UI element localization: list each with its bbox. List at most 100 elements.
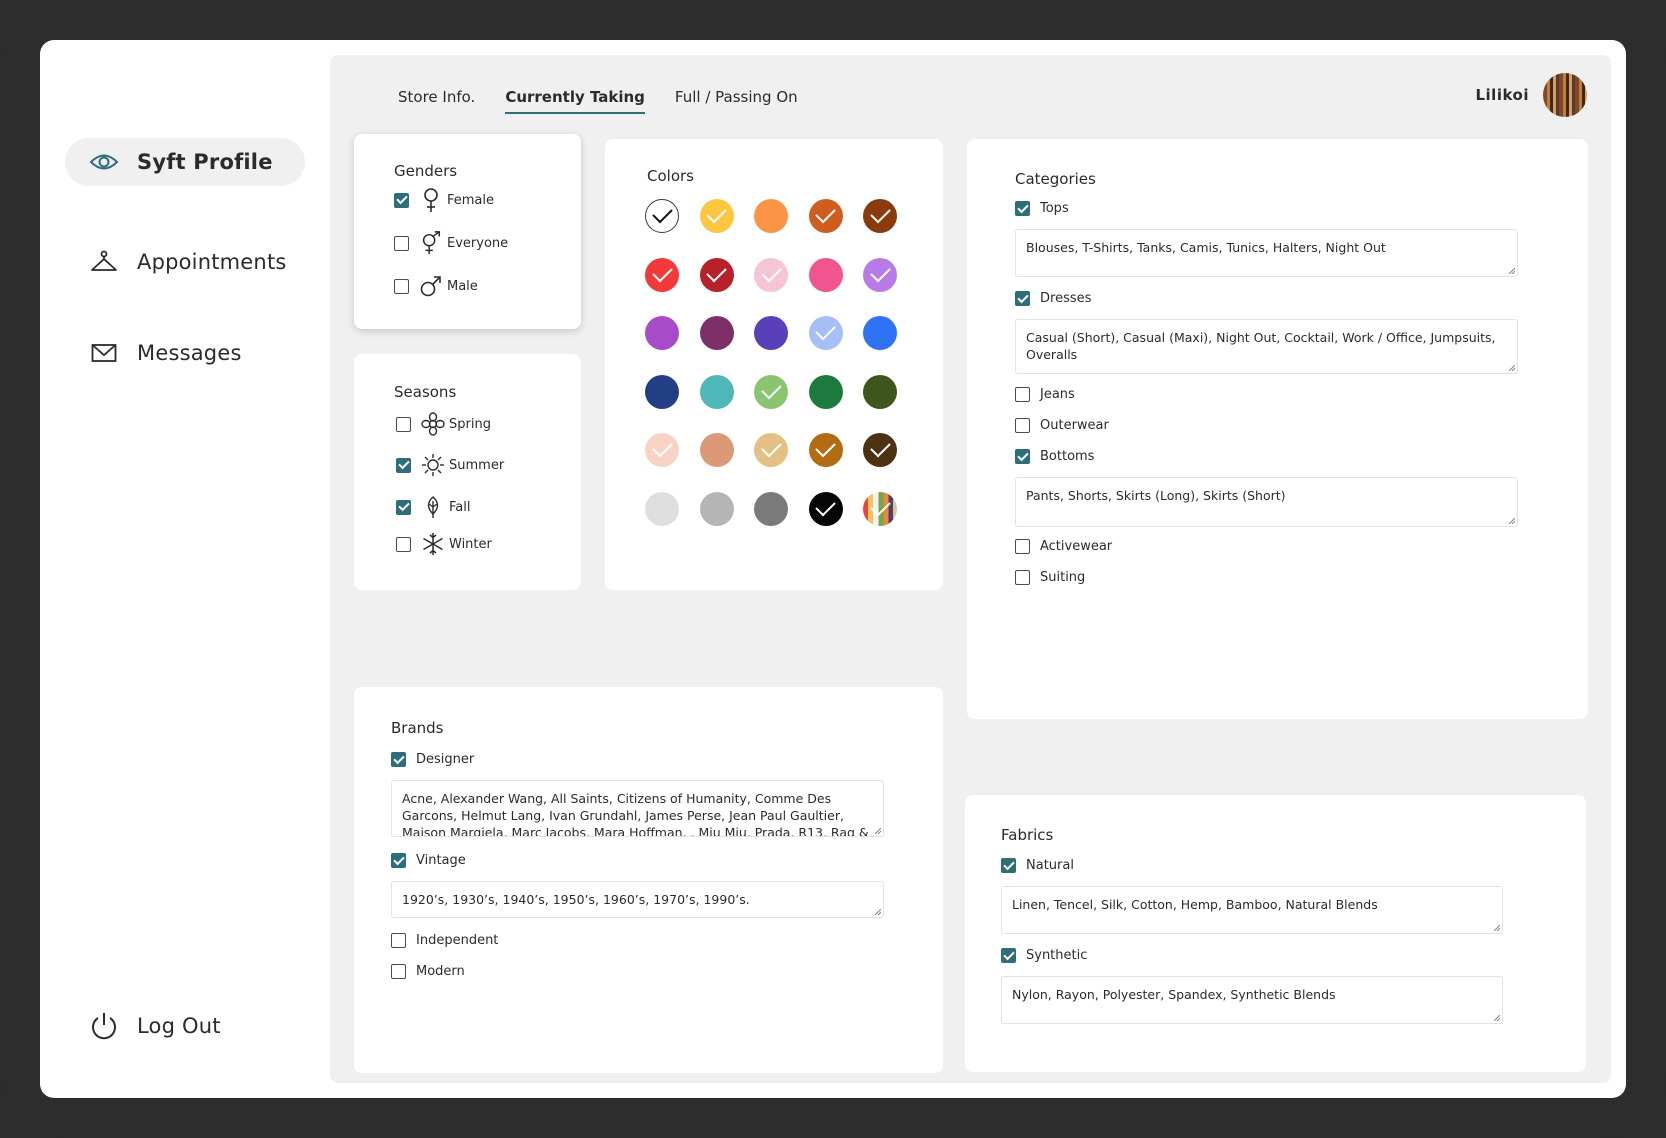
color-swatch[interactable] bbox=[808, 491, 843, 526]
category-label: Bottoms bbox=[1040, 449, 1095, 464]
suiting-checkbox[interactable] bbox=[1015, 570, 1030, 585]
female-checkbox[interactable] bbox=[394, 192, 409, 208]
color-swatch[interactable] bbox=[645, 316, 679, 350]
colors-card: Colors bbox=[605, 139, 943, 590]
color-swatch[interactable] bbox=[699, 257, 734, 292]
tops-textarea[interactable]: Blouses, T-Shirts, Tanks, Camis, Tunics,… bbox=[1015, 229, 1518, 277]
sidebar-item-syft-profile[interactable]: Syft Profile bbox=[65, 138, 305, 186]
category-option-suiting[interactable]: Suiting bbox=[1015, 570, 1085, 585]
outerwear-checkbox[interactable] bbox=[1015, 418, 1030, 433]
brand-option-vintage[interactable]: Vintage bbox=[391, 853, 466, 868]
designer-checkbox[interactable] bbox=[391, 752, 406, 767]
gender-option-male[interactable]: Male bbox=[394, 274, 478, 298]
color-swatch[interactable] bbox=[808, 433, 843, 467]
male-checkbox[interactable] bbox=[394, 278, 409, 294]
summer-checkbox[interactable] bbox=[396, 457, 411, 473]
brand-label: Vintage bbox=[416, 853, 466, 868]
fabric-option-natural[interactable]: Natural bbox=[1001, 858, 1074, 873]
brand-label: Independent bbox=[416, 933, 499, 948]
color-swatch[interactable] bbox=[863, 316, 897, 350]
color-swatch[interactable] bbox=[808, 316, 843, 350]
bottoms-textarea[interactable]: Pants, Shorts, Skirts (Long), Skirts (Sh… bbox=[1015, 477, 1518, 527]
sidebar-item-messages[interactable]: Messages bbox=[65, 329, 305, 377]
everyone-checkbox[interactable] bbox=[394, 235, 409, 251]
fabric-option-synthetic[interactable]: Synthetic bbox=[1001, 948, 1087, 963]
gender-option-everyone[interactable]: Everyone bbox=[394, 231, 508, 255]
gender-option-female[interactable]: Female bbox=[394, 188, 494, 212]
color-swatch[interactable] bbox=[699, 433, 734, 467]
synthetic-checkbox[interactable] bbox=[1001, 948, 1016, 963]
color-swatch[interactable] bbox=[699, 316, 734, 350]
color-swatch[interactable] bbox=[699, 491, 734, 526]
color-swatch[interactable] bbox=[754, 257, 788, 292]
season-option-fall[interactable]: Fall bbox=[396, 495, 470, 519]
tab-full-passing-on[interactable]: Full / Passing On bbox=[675, 88, 798, 114]
spring-checkbox[interactable] bbox=[396, 416, 411, 432]
color-swatch[interactable] bbox=[699, 199, 734, 233]
tab-store-info[interactable]: Store Info. bbox=[398, 88, 475, 114]
leaf-icon bbox=[421, 495, 445, 519]
brand-option-designer[interactable]: Designer bbox=[391, 752, 474, 767]
brand-option-modern[interactable]: Modern bbox=[391, 964, 465, 979]
dresses-textarea[interactable]: Casual (Short), Casual (Maxi), Night Out… bbox=[1015, 319, 1518, 374]
color-swatch[interactable] bbox=[754, 433, 788, 467]
fall-checkbox[interactable] bbox=[396, 499, 411, 515]
color-swatch[interactable] bbox=[808, 374, 843, 409]
category-option-jeans[interactable]: Jeans bbox=[1015, 387, 1075, 402]
color-swatch[interactable] bbox=[863, 491, 897, 526]
color-swatch[interactable] bbox=[863, 257, 897, 292]
season-option-summer[interactable]: Summer bbox=[396, 453, 504, 477]
natural-checkbox[interactable] bbox=[1001, 858, 1016, 873]
color-swatch[interactable] bbox=[699, 374, 734, 409]
independent-checkbox[interactable] bbox=[391, 933, 406, 948]
color-swatch[interactable] bbox=[645, 199, 679, 233]
designer-brands-textarea[interactable]: Acne, Alexander Wang, All Saints, Citize… bbox=[391, 780, 884, 837]
season-option-spring[interactable]: Spring bbox=[396, 412, 491, 436]
color-swatch[interactable] bbox=[754, 491, 788, 526]
color-swatch[interactable] bbox=[808, 199, 843, 233]
category-option-bottoms[interactable]: Bottoms bbox=[1015, 449, 1094, 464]
logout-button[interactable]: Log Out bbox=[65, 1002, 305, 1050]
color-swatch[interactable] bbox=[754, 199, 788, 233]
color-swatch[interactable] bbox=[863, 199, 897, 233]
brand-option-independent[interactable]: Independent bbox=[391, 933, 498, 948]
vintage-checkbox[interactable] bbox=[391, 853, 406, 868]
sun-icon bbox=[421, 453, 445, 477]
modern-checkbox[interactable] bbox=[391, 964, 406, 979]
color-swatch[interactable] bbox=[754, 374, 788, 409]
color-swatch[interactable] bbox=[645, 257, 679, 292]
genders-title: Genders bbox=[394, 162, 458, 180]
user-menu[interactable]: Lilikoi bbox=[1475, 73, 1587, 117]
category-option-activewear[interactable]: Activewear bbox=[1015, 539, 1112, 554]
avatar[interactable] bbox=[1543, 73, 1587, 117]
synthetic-fabrics-textarea[interactable]: Nylon, Rayon, Polyester, Spandex, Synthe… bbox=[1001, 976, 1503, 1024]
season-label: Fall bbox=[449, 499, 471, 515]
tab-currently-taking[interactable]: Currently Taking bbox=[505, 88, 645, 114]
category-option-tops[interactable]: Tops bbox=[1015, 201, 1069, 216]
dresses-checkbox[interactable] bbox=[1015, 291, 1030, 306]
check-icon bbox=[869, 495, 891, 516]
color-swatch[interactable] bbox=[645, 374, 679, 409]
check-icon bbox=[651, 202, 673, 224]
tops-checkbox[interactable] bbox=[1015, 201, 1030, 216]
color-swatch[interactable] bbox=[645, 433, 679, 467]
season-option-winter[interactable]: Winter bbox=[396, 532, 492, 556]
check-icon bbox=[760, 378, 782, 399]
color-swatch[interactable] bbox=[754, 316, 788, 350]
category-option-dresses[interactable]: Dresses bbox=[1015, 291, 1091, 306]
color-swatch[interactable] bbox=[863, 374, 897, 409]
brands-title: Brands bbox=[391, 719, 444, 737]
color-swatch[interactable] bbox=[645, 491, 679, 526]
winter-checkbox[interactable] bbox=[396, 536, 411, 552]
genders-card: Genders Female Everyone Male bbox=[354, 134, 581, 329]
bottoms-checkbox[interactable] bbox=[1015, 449, 1030, 464]
categories-card: Categories Tops Blouses, T-Shirts, Tanks… bbox=[967, 139, 1588, 719]
activewear-checkbox[interactable] bbox=[1015, 539, 1030, 554]
natural-fabrics-textarea[interactable]: Linen, Tencel, Silk, Cotton, Hemp, Bambo… bbox=[1001, 886, 1503, 934]
vintage-brands-textarea[interactable]: 1920’s, 1930’s, 1940’s, 1950’s, 1960’s, … bbox=[391, 881, 884, 918]
color-swatch[interactable] bbox=[808, 257, 843, 292]
jeans-checkbox[interactable] bbox=[1015, 387, 1030, 402]
category-option-outerwear[interactable]: Outerwear bbox=[1015, 418, 1109, 433]
color-swatch[interactable] bbox=[863, 433, 897, 467]
sidebar-item-appointments[interactable]: Appointments bbox=[65, 238, 305, 286]
